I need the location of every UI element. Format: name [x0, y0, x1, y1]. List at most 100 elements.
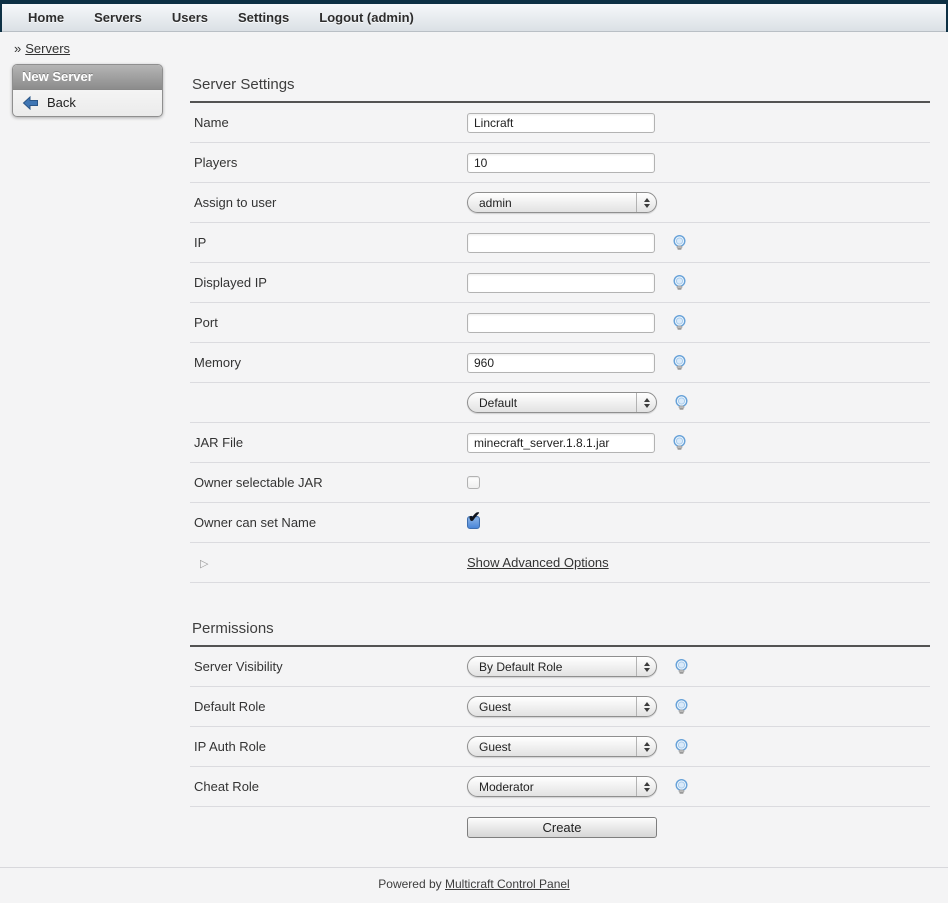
select-value: Default — [479, 396, 517, 410]
row-control: Show Advanced Options — [467, 555, 609, 570]
help-bulb-icon[interactable] — [671, 234, 688, 251]
row-label: Name — [194, 115, 229, 130]
create-button[interactable]: Create — [467, 817, 657, 838]
text-input[interactable] — [467, 113, 655, 133]
row-label: Owner can set Name — [194, 515, 316, 530]
help-bulb-icon[interactable] — [673, 698, 690, 715]
form-row: ▷ Cheat Role Moderator — [190, 767, 930, 807]
checkbox[interactable]: ✔ — [467, 476, 480, 489]
select-stepper-arrows-icon — [636, 657, 656, 676]
select-value: admin — [479, 196, 512, 210]
breadcrumb: »Servers — [0, 32, 948, 65]
text-input[interactable] — [467, 153, 655, 173]
disclosure-triangle-icon[interactable]: ▷ — [200, 557, 208, 570]
select-stepper-arrows-icon — [636, 737, 656, 756]
top-navigation: Home Servers Users Settings Logout (admi… — [2, 4, 946, 32]
row-label: JAR File — [194, 435, 243, 450]
section-rows: ▷ Server Visibility By Default Role ▷ De… — [190, 647, 930, 847]
show-advanced-options-link[interactable]: Show Advanced Options — [467, 555, 609, 570]
form-row: ▷ Owner can set Name ✔ — [190, 503, 930, 543]
form-row: ▷ Create — [190, 807, 930, 847]
form-row: ▷ Server Visibility By Default Role — [190, 647, 930, 687]
select-stepper-arrows-icon — [636, 777, 656, 796]
footer-text: Powered by — [378, 877, 441, 891]
help-bulb-icon[interactable] — [671, 354, 688, 371]
row-control — [467, 233, 688, 253]
form-row: ▷ Port — [190, 303, 930, 343]
help-bulb-icon[interactable] — [673, 394, 690, 411]
section-rows: ▷ Name ▷ Players ▷ Assign to user admin — [190, 103, 930, 583]
checkbox[interactable]: ✔ — [467, 516, 480, 529]
row-control: Moderator — [467, 776, 690, 797]
top-frame: Home Servers Users Settings Logout (admi… — [0, 0, 948, 32]
text-input[interactable] — [467, 353, 655, 373]
checkmark-icon: ✔ — [468, 510, 481, 525]
row-label: Server Visibility — [194, 659, 283, 674]
row-control: admin — [467, 192, 657, 213]
row-control — [467, 153, 655, 173]
form-section: Server Settings ▷ Name ▷ Players ▷ Assig… — [190, 65, 930, 583]
help-bulb-icon[interactable] — [673, 658, 690, 675]
text-input[interactable] — [467, 313, 655, 333]
server-form: Server Settings ▷ Name ▷ Players ▷ Assig… — [190, 65, 930, 847]
select-value: By Default Role — [479, 660, 562, 674]
row-label: Assign to user — [194, 195, 276, 210]
row-control: ✔ — [467, 476, 480, 489]
text-input[interactable] — [467, 433, 655, 453]
select-dropdown[interactable]: admin — [467, 192, 657, 213]
help-bulb-icon[interactable] — [671, 314, 688, 331]
row-control: Create — [467, 817, 657, 838]
select-value: Guest — [479, 700, 511, 714]
row-control — [467, 353, 688, 373]
sidebar-item-back[interactable]: Back — [13, 90, 162, 116]
form-row: ▷ Owner selectable JAR ✔ — [190, 463, 930, 503]
help-bulb-icon[interactable] — [673, 778, 690, 795]
select-stepper-arrows-icon — [636, 193, 656, 212]
row-control: Guest — [467, 696, 690, 717]
nav-item-logout[interactable]: Logout (admin) — [319, 10, 414, 25]
row-control — [467, 113, 655, 133]
select-stepper-arrows-icon — [636, 697, 656, 716]
select-value: Moderator — [479, 780, 534, 794]
select-stepper-arrows-icon — [636, 393, 656, 412]
row-label: Displayed IP — [194, 275, 267, 290]
row-label: Players — [194, 155, 237, 170]
row-control: By Default Role — [467, 656, 690, 677]
row-control: Guest — [467, 736, 690, 757]
select-dropdown[interactable]: Guest — [467, 696, 657, 717]
text-input[interactable] — [467, 273, 655, 293]
form-row: ▷ Assign to user admin — [190, 183, 930, 223]
text-input[interactable] — [467, 233, 655, 253]
row-label: Port — [194, 315, 218, 330]
sidebar-new-server-box: New Server Back — [12, 64, 163, 117]
select-dropdown[interactable]: By Default Role — [467, 656, 657, 677]
form-row: ▷ Players — [190, 143, 930, 183]
sidebar-title: New Server — [13, 65, 162, 90]
row-label: Cheat Role — [194, 779, 259, 794]
row-label: Owner selectable JAR — [194, 475, 323, 490]
select-value: Guest — [479, 740, 511, 754]
select-dropdown[interactable]: Default — [467, 392, 657, 413]
nav-item-settings[interactable]: Settings — [238, 10, 289, 25]
help-bulb-icon[interactable] — [671, 274, 688, 291]
row-control — [467, 273, 688, 293]
help-bulb-icon[interactable] — [673, 738, 690, 755]
breadcrumb-link-servers[interactable]: Servers — [25, 41, 70, 56]
form-row: ▷ Show Advanced Options — [190, 543, 930, 583]
nav-item-servers[interactable]: Servers — [94, 10, 142, 25]
nav-item-home[interactable]: Home — [28, 10, 64, 25]
form-sections: Server Settings ▷ Name ▷ Players ▷ Assig… — [190, 65, 930, 847]
footer-link-multicraft[interactable]: Multicraft Control Panel — [445, 877, 570, 891]
nav-item-users[interactable]: Users — [172, 10, 208, 25]
form-row: ▷ Default — [190, 383, 930, 423]
form-row: ▷ Name — [190, 103, 930, 143]
select-dropdown[interactable]: Moderator — [467, 776, 657, 797]
row-label: IP — [194, 235, 206, 250]
row-control — [467, 433, 688, 453]
back-arrow-icon — [22, 96, 39, 110]
section-title: Permissions — [190, 609, 930, 647]
help-bulb-icon[interactable] — [671, 434, 688, 451]
select-dropdown[interactable]: Guest — [467, 736, 657, 757]
row-label: Memory — [194, 355, 241, 370]
sidebar-item-label: Back — [47, 95, 76, 110]
